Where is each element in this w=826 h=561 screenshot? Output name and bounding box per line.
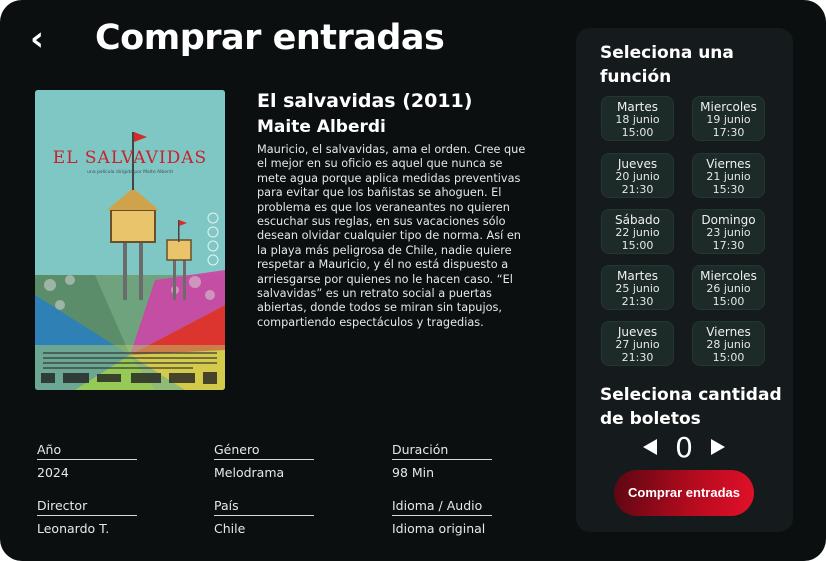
function-option[interactable]: Sábado 22 junio 15:00 — [601, 209, 674, 254]
function-time: 15:00 — [621, 126, 654, 139]
page-title: Comprar entradas — [95, 18, 445, 58]
functions-title: Seleciona una función — [600, 43, 734, 87]
detail-value: 2024 — [37, 465, 69, 480]
ticket-quantity: 0 — [675, 431, 693, 464]
function-date: 20 junio — [615, 170, 660, 183]
chevron-left-icon: ‹ — [30, 19, 45, 59]
poster-subtitle: una película dirigida por Maite Alberdi — [87, 170, 173, 175]
function-date: 18 junio — [615, 113, 660, 126]
detail-label: País — [214, 498, 314, 516]
function-time: 21:30 — [621, 295, 654, 308]
detail-genre: Género Melodrama — [214, 442, 314, 480]
detail-label: Director — [37, 498, 137, 516]
function-date: 22 junio — [615, 226, 660, 239]
detail-label: Duración — [392, 442, 492, 460]
function-date: 25 junio — [615, 282, 660, 295]
function-option[interactable]: Jueves 27 junio 21:30 — [601, 321, 674, 366]
detail-label: Género — [214, 442, 314, 460]
triangle-right-icon[interactable] — [711, 439, 725, 455]
movie-title: El salvavidas (2011) — [257, 90, 473, 112]
function-option[interactable]: Viernes 28 junio 15:00 — [692, 321, 765, 366]
function-date: 21 junio — [706, 170, 751, 183]
detail-value: Leonardo T. — [37, 521, 110, 536]
function-option[interactable]: Martes 25 junio 21:30 — [601, 265, 674, 310]
function-time: 21:30 — [621, 351, 654, 364]
function-date: 28 junio — [706, 338, 751, 351]
function-date: 26 junio — [706, 282, 751, 295]
poster-title: EL SALVAVIDAS — [52, 148, 208, 168]
function-time: 17:30 — [712, 239, 745, 252]
poster-artwork — [35, 90, 225, 390]
function-option[interactable]: Martes 18 junio 15:00 — [601, 96, 674, 141]
function-time: 15:00 — [712, 351, 745, 364]
triangle-left-icon[interactable] — [643, 439, 657, 455]
detail-language: Idioma / Audio Idioma original — [392, 498, 492, 536]
function-date: 19 junio — [706, 113, 751, 126]
quantity-title: Seleciona cantidad de boletos — [600, 385, 782, 429]
detail-value: Chile — [214, 521, 246, 536]
detail-country: País Chile — [214, 498, 314, 536]
detail-value: 98 Min — [392, 465, 435, 480]
function-date: 23 junio — [706, 226, 751, 239]
function-option[interactable]: Viernes 21 junio 15:30 — [692, 153, 765, 198]
buy-tickets-button[interactable]: Comprar entradas — [614, 470, 754, 516]
detail-duration: Duración 98 Min — [392, 442, 492, 480]
detail-label: Año — [37, 442, 137, 460]
back-button[interactable]: ‹ — [30, 22, 56, 58]
function-time: 15:30 — [712, 183, 745, 196]
detail-value: Idioma original — [392, 521, 486, 536]
detail-director: Director Leonardo T. — [37, 498, 137, 536]
detail-value: Melodrama — [214, 465, 285, 480]
function-option[interactable]: Jueves 20 junio 21:30 — [601, 153, 674, 198]
function-date: 27 junio — [615, 338, 660, 351]
function-time: 17:30 — [712, 126, 745, 139]
function-time: 15:00 — [621, 239, 654, 252]
detail-year: Año 2024 — [37, 442, 137, 480]
function-time: 15:00 — [712, 295, 745, 308]
function-option[interactable]: Miercoles 26 junio 15:00 — [692, 265, 765, 310]
movie-director: Maite Alberdi — [257, 117, 386, 137]
movie-synopsis: Mauricio, el salvavidas, ama el orden. C… — [257, 143, 526, 329]
function-option[interactable]: Domingo 23 junio 17:30 — [692, 209, 765, 254]
movie-poster: EL SALVAVIDAS una película dirigida por … — [35, 90, 225, 390]
function-time: 21:30 — [621, 183, 654, 196]
detail-label: Idioma / Audio — [392, 498, 492, 516]
function-option[interactable]: Miercoles 19 junio 17:30 — [692, 96, 765, 141]
app-window: ‹ Comprar entradas EL SALVAVIDAS una pel… — [0, 0, 826, 561]
